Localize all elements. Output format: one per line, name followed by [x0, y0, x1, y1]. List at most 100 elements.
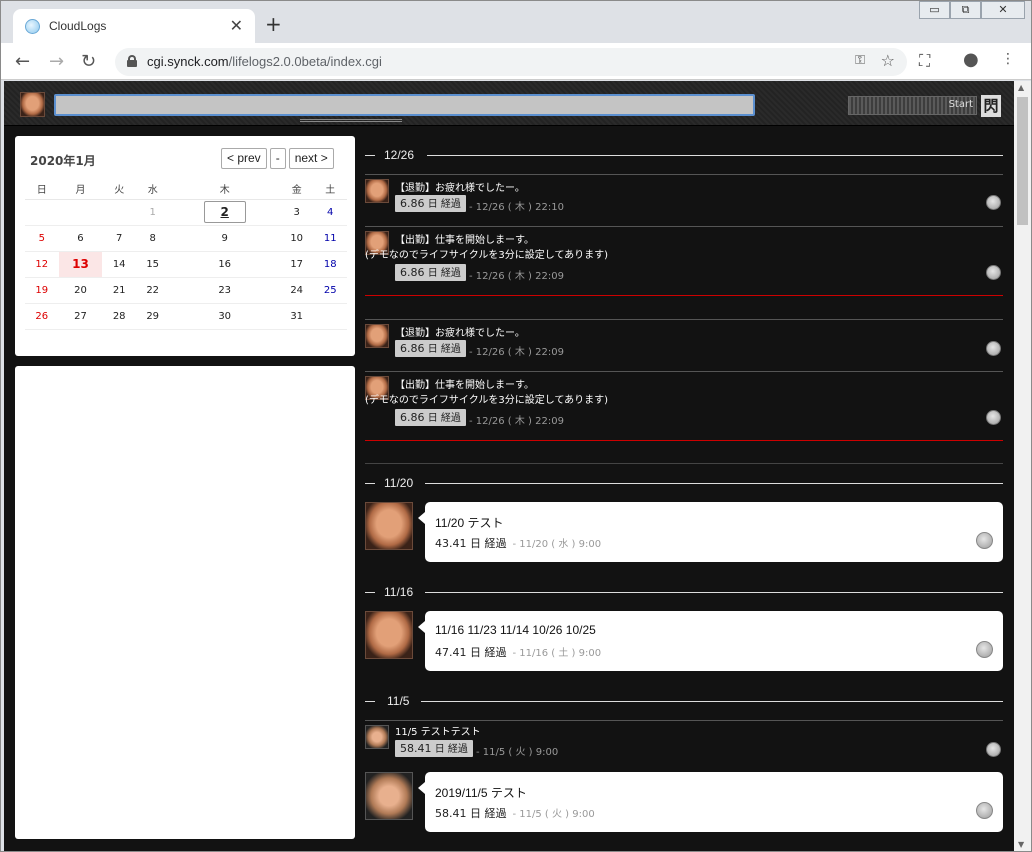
- tab-strip: CloudLogs ✕ + ▭ ⧉ ✕: [1, 1, 1031, 43]
- page-scrollbar[interactable]: ▲ ▼: [1014, 81, 1031, 851]
- calendar-day[interactable]: 12: [25, 251, 59, 278]
- window-controls: ▭ ⧉ ✕: [919, 1, 1025, 19]
- entry-text: 【退勤】お疲れ様でしたー。: [395, 328, 525, 339]
- message-bubble[interactable]: 2019/11/5 テスト 58.41 日 経過 - 11/5 ( 火 ) 9:0…: [418, 772, 1003, 832]
- status-dot-icon[interactable]: [976, 802, 993, 819]
- resize-grip[interactable]: [300, 119, 402, 122]
- back-arrow-icon[interactable]: ←: [15, 51, 30, 72]
- calendar-day-today[interactable]: 2: [169, 199, 280, 226]
- weekday-sun: 日: [25, 179, 59, 200]
- calendar-day[interactable]: 21: [102, 277, 136, 304]
- calendar-day[interactable]: 19: [25, 277, 59, 304]
- message-bubble[interactable]: 11/16 11/23 11/14 10/26 10/25 47.41 日 経過…: [418, 611, 1003, 671]
- calendar-day[interactable]: 5: [25, 225, 59, 252]
- account-icon[interactable]: ●: [963, 49, 979, 70]
- avatar: [365, 324, 389, 348]
- logo-icon[interactable]: 閃: [981, 95, 1001, 117]
- menu-icon[interactable]: ⋮: [1001, 51, 1015, 67]
- calendar-day[interactable]: 7: [102, 225, 136, 252]
- status-dot-icon[interactable]: [976, 532, 993, 549]
- status-dot-icon[interactable]: [986, 742, 1001, 757]
- forward-arrow-icon[interactable]: →: [49, 51, 64, 72]
- card-item: 11/16 11/23 11/14 10/26 10/25 47.41 日 経過…: [365, 611, 1003, 671]
- weekday-wed: 水: [135, 179, 170, 200]
- calendar-day: [58, 199, 103, 226]
- calendar-day[interactable]: 16: [169, 251, 280, 278]
- status-dot-icon[interactable]: [986, 410, 1001, 425]
- date-separator: 12/26: [365, 148, 1003, 162]
- timestamp: - 11/5 ( 火 ) 9:00: [476, 747, 559, 758]
- calendar-day[interactable]: 10: [279, 225, 314, 252]
- calendar-day[interactable]: 4: [313, 199, 347, 226]
- date-separator: 11/5: [365, 694, 1003, 708]
- message-bubble[interactable]: 11/20 テスト 43.41 日 経過 - 11/20 ( 水 ) 9:00: [418, 502, 1003, 562]
- close-window-button[interactable]: ✕: [981, 1, 1025, 19]
- calendar-day[interactable]: 6: [58, 225, 103, 252]
- calendar-day[interactable]: 31: [279, 303, 314, 330]
- url-text: cgi.synck.com/lifelogs2.0.0beta/index.cg…: [147, 54, 382, 69]
- reload-icon[interactable]: ↻: [81, 51, 96, 72]
- avatar: [365, 502, 413, 550]
- tab-close-icon[interactable]: ✕: [230, 16, 243, 35]
- restore-button[interactable]: ⧉: [950, 1, 981, 19]
- calendar-day[interactable]: 26: [25, 303, 59, 330]
- card-title: 11/20 テスト: [435, 516, 504, 530]
- calendar-day[interactable]: 28: [102, 303, 136, 330]
- calendar-day[interactable]: 30: [169, 303, 280, 330]
- card-title: 2019/11/5 テスト: [435, 786, 527, 800]
- browser-tab[interactable]: CloudLogs ✕: [13, 9, 255, 43]
- minimize-button[interactable]: ▭: [919, 1, 950, 19]
- scroll-up-icon[interactable]: ▲: [1018, 83, 1024, 92]
- address-bar[interactable]: cgi.synck.com/lifelogs2.0.0beta/index.cg…: [115, 48, 907, 76]
- card-meta: 58.41 日 経過 - 11/5 ( 火 ) 9:00: [435, 807, 595, 820]
- star-icon[interactable]: ☆: [881, 51, 895, 70]
- current-month-button[interactable]: -: [269, 148, 286, 169]
- start-button[interactable]: Start: [848, 96, 977, 115]
- calendar-day[interactable]: 3: [279, 199, 314, 226]
- calendar-day[interactable]: 23: [169, 277, 280, 304]
- next-month-button[interactable]: next >: [288, 148, 334, 169]
- status-dot-icon[interactable]: [986, 195, 1001, 210]
- calendar-title: 2020年1月: [30, 154, 96, 168]
- calendar-day[interactable]: 17: [279, 251, 314, 278]
- weekday-mon: 月: [58, 179, 103, 200]
- calendar-day[interactable]: 11: [313, 225, 347, 252]
- browser-window: CloudLogs ✕ + ▭ ⧉ ✕ ← → ↻ cgi.synck.com/…: [0, 0, 1032, 852]
- status-dot-icon[interactable]: [986, 341, 1001, 356]
- status-dot-icon[interactable]: [986, 265, 1001, 280]
- user-avatar[interactable]: [20, 92, 45, 117]
- calendar-day[interactable]: 15: [135, 251, 170, 278]
- side-panel: [15, 366, 355, 839]
- page-content: Start 閃 2020年1月 < prev - next > 日 月 火 水 …: [4, 81, 1014, 851]
- scroll-down-icon[interactable]: ▼: [1018, 840, 1024, 849]
- calendar-day[interactable]: 27: [58, 303, 103, 330]
- entry-text: 11/5 テストテスト: [395, 727, 481, 738]
- weekday-thu: 木: [169, 179, 280, 200]
- post-input[interactable]: [54, 94, 755, 116]
- calendar-day[interactable]: 8: [135, 225, 170, 252]
- calendar-day[interactable]: 14: [102, 251, 136, 278]
- weekday-fri: 金: [279, 179, 314, 200]
- screenshot-icon[interactable]: ⛶: [919, 51, 930, 71]
- calendar-day-holiday[interactable]: 13: [58, 251, 103, 278]
- avatar: [365, 725, 389, 749]
- divider: [365, 463, 1003, 464]
- calendar-day[interactable]: 29: [135, 303, 170, 330]
- list-item: 【出勤】仕事を開始しまーす。 (デモなのでライフサイクルを3分に設定してあります)…: [365, 371, 1003, 440]
- calendar-day[interactable]: 22: [135, 277, 170, 304]
- calendar-day[interactable]: 9: [169, 225, 280, 252]
- prev-month-button[interactable]: < prev: [221, 148, 267, 169]
- calendar-day[interactable]: 18: [313, 251, 347, 278]
- key-icon[interactable]: ⚿: [855, 53, 865, 68]
- card-title: 11/16 11/23 11/14 10/26 10/25: [435, 623, 596, 637]
- date-separator: 11/16: [365, 585, 1003, 599]
- tab-title: CloudLogs: [49, 19, 107, 33]
- status-dot-icon[interactable]: [976, 641, 993, 658]
- calendar-day[interactable]: 25: [313, 277, 347, 304]
- calendar-day[interactable]: 20: [58, 277, 103, 304]
- start-label: Start: [948, 99, 973, 110]
- new-tab-button[interactable]: +: [265, 12, 282, 36]
- calendar-day[interactable]: 1: [135, 199, 170, 226]
- scroll-thumb[interactable]: [1017, 97, 1028, 225]
- calendar-day[interactable]: 24: [279, 277, 314, 304]
